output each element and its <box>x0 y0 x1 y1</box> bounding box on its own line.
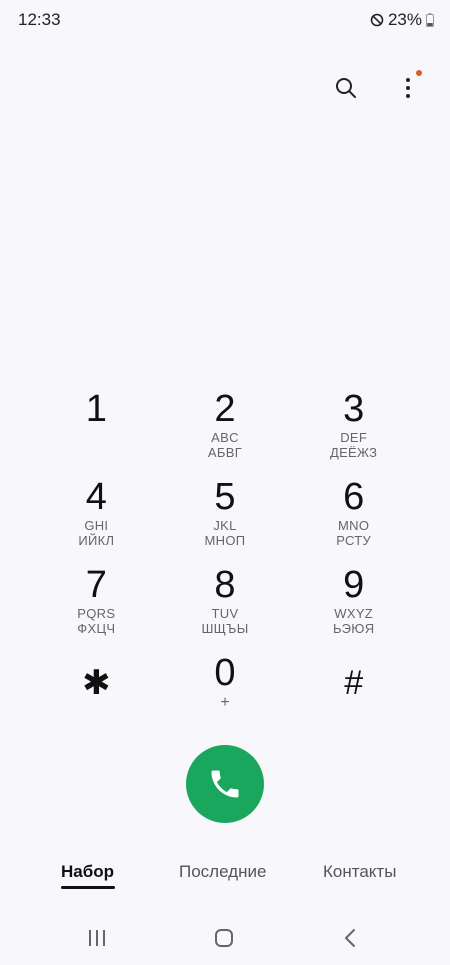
key-digit: 0 <box>214 652 236 694</box>
key-letters-latin: DEF <box>340 430 368 445</box>
tab-recents[interactable]: Последние <box>179 862 266 882</box>
key-digit: 6 <box>343 476 365 518</box>
key-digit: 3 <box>343 388 365 430</box>
key-digit: 9 <box>343 564 365 606</box>
key-8[interactable]: 8 TUV ШЩЪЫ <box>161 564 290 638</box>
key-letters-latin: GHI <box>84 518 109 533</box>
key-star[interactable]: ✱ <box>32 652 161 726</box>
status-right: 23% <box>370 10 434 30</box>
home-button[interactable] <box>210 926 238 950</box>
key-plus: + <box>220 694 230 711</box>
key-4[interactable]: 4 GHI ИЙКЛ <box>32 476 161 550</box>
battery-percent: 23% <box>387 10 422 29</box>
recent-apps-button[interactable] <box>83 926 111 950</box>
key-3[interactable]: 3 DEF ДЕЁЖЗ <box>289 388 418 462</box>
key-6[interactable]: 6 MNO РСТУ <box>289 476 418 550</box>
key-digit: 4 <box>85 476 107 518</box>
key-1[interactable]: 1 <box>32 388 161 462</box>
call-button[interactable] <box>186 745 264 823</box>
key-letters-latin: JKL <box>213 518 237 533</box>
dialpad: 1 2 ABC АБВГ 3 DEF ДЕЁЖЗ 4 GHI ИЙКЛ 5 JK… <box>32 388 418 726</box>
more-options-button[interactable] <box>390 70 426 106</box>
active-tab-indicator <box>61 886 115 889</box>
home-icon <box>215 929 233 947</box>
key-hash[interactable]: # <box>289 652 418 726</box>
key-7[interactable]: 7 PQRS ФХЦЧ <box>32 564 161 638</box>
key-letters-cyrillic: ИЙКЛ <box>78 533 115 548</box>
search-button[interactable] <box>328 70 364 106</box>
notification-dot <box>416 70 422 76</box>
key-letters-cyrillic: РСТУ <box>336 533 372 548</box>
recent-apps-icon <box>89 930 105 946</box>
key-letters-latin: WXYZ <box>334 606 374 621</box>
key-letters-cyrillic: АБВГ <box>207 445 243 460</box>
key-letters-cyrillic: ШЩЪЫ <box>201 621 249 636</box>
key-digit: 8 <box>214 564 236 606</box>
key-letters-latin: MNO <box>338 518 370 533</box>
status-bar: 12:33 23% <box>0 0 450 38</box>
do-not-disturb-icon <box>370 13 384 27</box>
key-digit: 1 <box>85 388 107 430</box>
tab-contacts[interactable]: Контакты <box>323 862 396 882</box>
key-letters-latin: TUV <box>211 606 239 621</box>
tab-dialer[interactable]: Набор <box>61 862 114 882</box>
key-digit: ✱ <box>82 664 111 702</box>
more-options-icon <box>406 78 410 98</box>
key-digit: 5 <box>214 476 236 518</box>
key-letters-cyrillic: ЬЭЮЯ <box>332 621 375 636</box>
key-digit: 7 <box>85 564 107 606</box>
key-2[interactable]: 2 ABC АБВГ <box>161 388 290 462</box>
key-letters-cyrillic: ФХЦЧ <box>77 621 116 636</box>
key-9[interactable]: 9 WXYZ ЬЭЮЯ <box>289 564 418 638</box>
key-letters-latin: ABC <box>211 430 239 445</box>
bottom-tabs: Набор Последние Контакты <box>0 862 450 898</box>
key-digit: 2 <box>214 388 236 430</box>
navigation-bar <box>0 918 450 958</box>
key-0[interactable]: 0 + <box>161 652 290 726</box>
search-icon <box>336 78 356 98</box>
back-button[interactable] <box>336 926 364 950</box>
status-time: 12:33 <box>18 10 61 29</box>
back-icon <box>345 929 355 947</box>
phone-icon <box>211 770 239 798</box>
key-letters-cyrillic: ДЕЁЖЗ <box>329 445 378 460</box>
key-digit: # <box>344 664 364 702</box>
key-letters-cyrillic: МНОП <box>204 533 246 548</box>
top-actions <box>328 70 426 106</box>
battery-icon <box>426 13 434 27</box>
key-5[interactable]: 5 JKL МНОП <box>161 476 290 550</box>
key-letters-latin: PQRS <box>77 606 116 621</box>
